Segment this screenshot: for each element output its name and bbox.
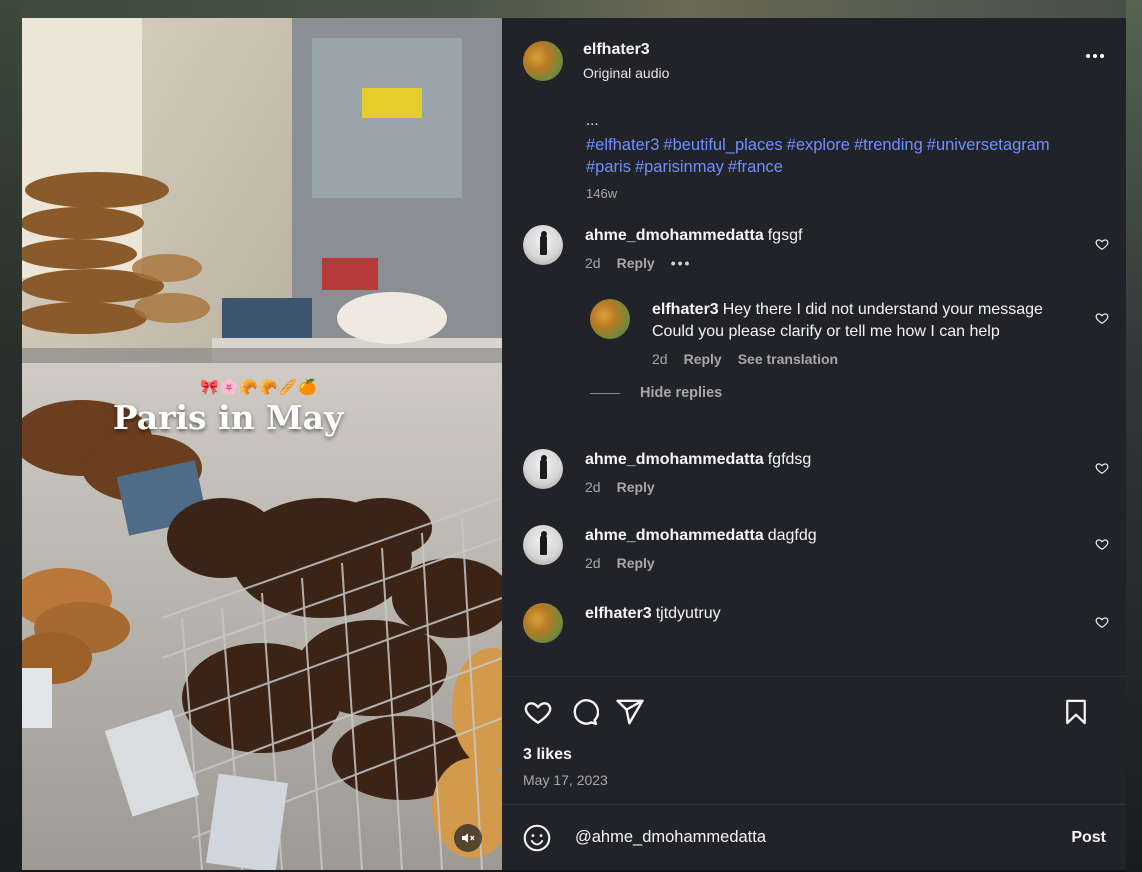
hide-replies-label: Hide replies [640, 385, 723, 401]
comment-time: 2d [585, 479, 601, 495]
comment-username[interactable]: ahme_dmohammedatta [585, 227, 764, 244]
hashtag-link[interactable]: #parisinmay [635, 158, 724, 176]
hashtag-link[interactable]: #elfhater3 [586, 136, 659, 154]
comments-list[interactable]: ... #elfhater3 #beutiful_places #explore #t… [502, 104, 1126, 676]
post-caption: ... #elfhater3 #beutiful_places #explore #t… [502, 104, 1126, 201]
comment-item: ahme_dmohammedatta fgfdsg 2d Reply [502, 449, 1126, 495]
caption-timestamp: 146w [586, 186, 618, 201]
comment-button[interactable] [569, 697, 599, 727]
post-video[interactable]: 🎀🌸🥐🥐🥖🍊 Paris in May [22, 18, 502, 870]
comment-item: ahme_dmohammedatta dagfdg 2d Reply [502, 525, 1126, 571]
comment-item: ahme_dmohammedatta fgsgf 2d Reply ••• [502, 225, 1126, 271]
save-icon [1066, 699, 1086, 725]
comment-username[interactable]: elfhater3 [652, 301, 719, 318]
video-overlay-title: Paris in May [112, 398, 344, 437]
hashtag-link[interactable]: #france [728, 158, 783, 176]
reply-button[interactable]: Reply [684, 351, 722, 367]
heart-icon [524, 701, 552, 724]
backdrop-top [22, 0, 1126, 18]
comment-text: fgfdsg [767, 451, 812, 468]
reply-button[interactable]: Reply [617, 255, 655, 271]
comment-time: 2d [585, 255, 601, 271]
comment-icon [573, 698, 599, 725]
comment-input[interactable] [575, 828, 1015, 847]
like-comment-heart-icon[interactable] [1095, 461, 1109, 475]
commenter-avatar[interactable] [523, 603, 563, 643]
mute-button[interactable] [454, 824, 482, 852]
comment-username[interactable]: ahme_dmohammedatta [585, 451, 764, 468]
author-username[interactable]: elfhater3 [583, 41, 669, 59]
hashtag-link[interactable]: #explore [787, 136, 850, 154]
comment-time: 2d [652, 351, 668, 367]
emoji-icon [523, 824, 551, 851]
post-actions [502, 676, 1126, 746]
share-button[interactable] [615, 697, 645, 727]
post-comment-button[interactable]: Post [1071, 829, 1106, 847]
comment-text: tjtdyutruy [655, 605, 721, 622]
save-button[interactable] [1062, 697, 1090, 727]
see-translation-button[interactable]: See translation [738, 351, 838, 367]
backdrop-right [1126, 0, 1142, 872]
like-button[interactable] [523, 697, 553, 727]
reply-item: elfhater3 Hey there I did not understand … [502, 299, 1126, 367]
hide-replies-line [590, 392, 620, 394]
commenter-avatar[interactable] [523, 225, 563, 265]
share-icon [616, 699, 644, 724]
comment-time: 2d [585, 555, 601, 571]
hide-replies-button[interactable]: Hide replies [502, 385, 1126, 401]
comment-item: elfhater3 tjtdyutruy [502, 603, 1126, 643]
post-panel: elfhater3 Original audio ... #elfhater3 #… [502, 18, 1126, 870]
replier-avatar[interactable] [590, 299, 630, 339]
commenter-avatar[interactable] [523, 449, 563, 489]
reply-button[interactable]: Reply [617, 479, 655, 495]
overlay-emoji: 🎀🌸🥐🥐🥖🍊 [200, 379, 319, 396]
emoji-button[interactable] [523, 824, 551, 852]
caption-text: ... [586, 112, 599, 129]
like-comment-heart-icon[interactable] [1095, 311, 1109, 325]
comment-options-button[interactable]: ••• [671, 255, 692, 271]
caption-hashtags: #elfhater3 #beutiful_places #explore #trend… [586, 134, 1096, 178]
mute-icon [462, 833, 475, 843]
author-avatar[interactable] [523, 41, 563, 81]
comment-username[interactable]: ahme_dmohammedatta [585, 527, 764, 544]
reply-button[interactable]: Reply [617, 555, 655, 571]
likes-count[interactable]: 3 likes [502, 746, 1126, 764]
hashtag-link[interactable]: #universetagram [927, 136, 1050, 154]
add-comment-bar: Post [502, 804, 1126, 870]
bakery-photo [22, 18, 502, 870]
like-comment-heart-icon[interactable] [1095, 237, 1109, 251]
audio-label[interactable]: Original audio [583, 65, 669, 81]
commenter-avatar[interactable] [523, 525, 563, 565]
like-comment-heart-icon[interactable] [1095, 537, 1109, 551]
post-modal: 🎀🌸🥐🥐🥖🍊 Paris in May elfhater3 Original a… [22, 18, 1126, 870]
like-comment-heart-icon[interactable] [1095, 615, 1109, 629]
more-icon [1086, 54, 1090, 58]
hashtag-link[interactable]: #paris [586, 158, 631, 176]
comment-username[interactable]: elfhater3 [585, 605, 652, 622]
comment-text: dagfdg [767, 527, 817, 544]
hashtag-link[interactable]: #trending [854, 136, 923, 154]
post-date: May 17, 2023 [523, 772, 608, 788]
comment-text: fgsgf [767, 227, 803, 244]
post-header: elfhater3 Original audio [502, 18, 1126, 104]
hashtag-link[interactable]: #beutiful_places [663, 136, 782, 154]
more-options-button[interactable] [1086, 54, 1104, 58]
backdrop-left [0, 0, 22, 872]
